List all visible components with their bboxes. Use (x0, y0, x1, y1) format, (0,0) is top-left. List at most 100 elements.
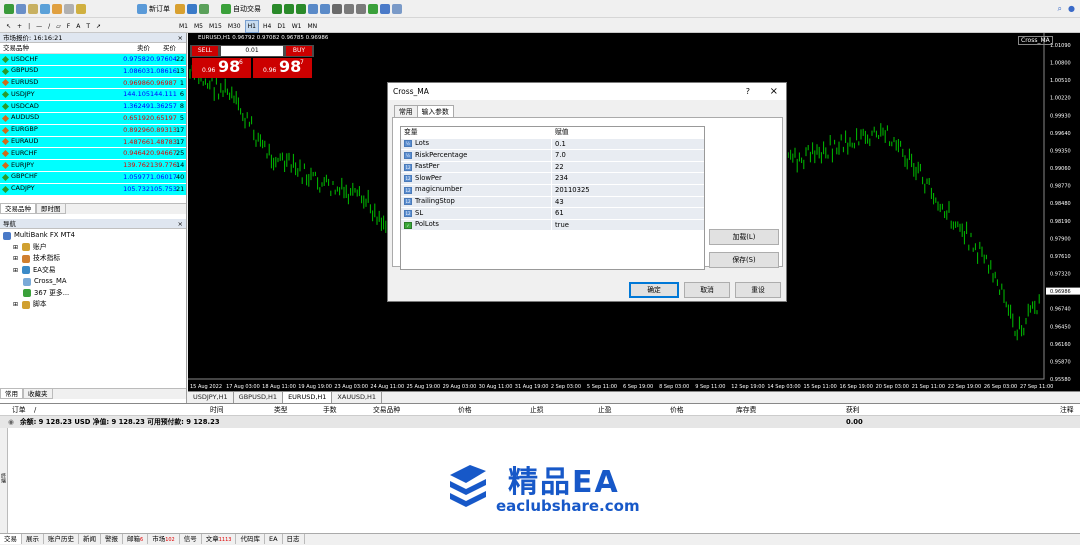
param-value[interactable]: 0.1 (552, 138, 704, 150)
col-profit[interactable]: 获利 (846, 404, 860, 416)
col-spread[interactable] (176, 43, 186, 53)
nav-item[interactable]: ⊞ 脚本 (3, 299, 183, 311)
param-row[interactable]: ½ RiskPercentage 7.0 (401, 150, 704, 162)
expand-icon[interactable]: ⊞ (13, 242, 19, 254)
lot-input[interactable]: 0.01 (221, 46, 283, 56)
market-watch-row[interactable]: AUDUSD 0.65192 0.65197 5 (0, 112, 186, 125)
fibonacci-icon[interactable]: F (65, 21, 72, 32)
col-bid[interactable]: 卖价 (110, 43, 150, 53)
arrow-icon[interactable]: ➚ (94, 21, 103, 32)
market-icon[interactable] (199, 4, 209, 14)
terminal-tab[interactable]: 交易 (0, 534, 22, 544)
terminal-tab[interactable]: 信号 (180, 534, 202, 544)
market-watch-row[interactable]: USDCHF 0.97582 0.97604 22 (0, 54, 186, 66)
cursor-icon[interactable]: ↖ (4, 21, 13, 32)
expand-icon[interactable]: ⊞ (13, 299, 19, 311)
market-watch-row[interactable]: USDCAD 1.36249 1.36257 8 (0, 101, 186, 113)
tab-favorites[interactable]: 收藏夹 (23, 389, 53, 399)
param-row[interactable]: 12 magicnumber 20110325 (401, 184, 704, 197)
col-lots[interactable]: 手数 (323, 404, 337, 416)
col-sl[interactable]: 止损 (530, 404, 544, 416)
col-comment[interactable]: 注释 (1060, 404, 1074, 416)
terminal-tab[interactable]: 邮箱6 (123, 534, 149, 544)
param-row[interactable]: 12 TrailingStop 43 (401, 196, 704, 209)
terminal-icon[interactable] (64, 4, 74, 14)
metaeditor-icon[interactable] (175, 4, 185, 14)
terminal-tab[interactable]: 警报 (101, 534, 123, 544)
nav-item[interactable]: ⊞ 账户 (3, 242, 183, 254)
chart-shift-icon[interactable] (356, 4, 366, 14)
sell-label[interactable]: SELL (192, 46, 218, 56)
market-watch-row[interactable]: CADJPY 105.732 105.753 21 (0, 183, 186, 196)
search-icon[interactable]: ⌕ (1058, 4, 1062, 14)
tf-w1[interactable]: W1 (290, 21, 304, 32)
help-icon[interactable]: ? (746, 83, 750, 100)
zoom-out-icon[interactable] (320, 4, 330, 14)
param-value[interactable]: true (552, 219, 704, 231)
reset-button[interactable]: 重设 (735, 282, 781, 298)
col-time[interactable]: 时间 (210, 404, 224, 416)
save-button[interactable]: 保存(S) (709, 252, 779, 268)
candle-chart-icon[interactable] (284, 4, 294, 14)
market-watch-row[interactable]: EURCHF 0.94642 0.94667 25 (0, 148, 186, 161)
tester-icon[interactable] (76, 4, 86, 14)
col-ask[interactable]: 买价 (150, 43, 176, 53)
col-symbol[interactable]: 交易品种 (373, 404, 400, 416)
col-symbol[interactable]: 交易品种 (0, 43, 110, 53)
sell-button[interactable]: 0.96 98 6 (192, 57, 251, 78)
nav-item[interactable]: ⊞ EA交易 (3, 265, 183, 277)
trendline-icon[interactable]: / (46, 21, 52, 32)
terminal-tab[interactable]: EA (265, 534, 283, 544)
terminal-tab[interactable]: 日志 (283, 534, 305, 544)
tf-m15[interactable]: M15 (207, 21, 224, 32)
zoom-in-icon[interactable] (308, 4, 318, 14)
tf-m1[interactable]: M1 (177, 21, 190, 32)
tab-usdjpy[interactable]: USDJPY,H1 (188, 392, 234, 403)
new-order-button[interactable]: 新订单 (137, 3, 170, 15)
bar-chart-icon[interactable] (272, 4, 282, 14)
signals-icon[interactable] (187, 4, 197, 14)
market-watch-row[interactable]: GBPCHF 1.05977 1.06017 40 (0, 171, 186, 184)
line-chart-icon[interactable] (296, 4, 306, 14)
param-row[interactable]: ✓ PolLots true (401, 219, 704, 232)
templates-icon[interactable] (392, 4, 402, 14)
nav-item[interactable]: Cross_MA (3, 276, 183, 288)
nav-item[interactable]: 367 更多... (3, 288, 183, 300)
auto-trading-button[interactable]: 自动交易 (221, 3, 261, 15)
load-button[interactable]: 加载(L) (709, 229, 779, 245)
tab-tick-chart[interactable]: 即时图 (36, 204, 66, 214)
col-swap[interactable]: 库存费 (736, 404, 756, 416)
label-icon[interactable]: T (84, 21, 92, 32)
scroll-chart-icon[interactable] (344, 4, 354, 14)
vertical-line-icon[interactable]: | (26, 21, 32, 32)
param-row[interactable]: ½ Lots 0.1 (401, 138, 704, 151)
horizontal-line-icon[interactable]: — (34, 21, 44, 32)
param-value[interactable]: 7.0 (552, 150, 704, 161)
channel-icon[interactable]: ▱ (54, 21, 63, 32)
terminal-tab[interactable]: 账户历史 (44, 534, 79, 544)
text-icon[interactable]: A (74, 21, 82, 32)
buy-button[interactable]: 0.96 98 7 (253, 57, 312, 78)
param-value[interactable]: 20110325 (552, 184, 704, 196)
market-watch-row[interactable]: USDJPY 144.105 144.111 6 (0, 89, 186, 102)
param-value[interactable]: 61 (552, 208, 704, 219)
close-icon[interactable]: × (770, 83, 778, 100)
tab-eurusd[interactable]: EURUSD,H1 (283, 392, 333, 403)
balance-row[interactable]: ◉ 余额: 9 128.23 USD 净值: 9 128.23 可用预付款: 9… (0, 416, 1080, 428)
periods-icon[interactable] (380, 4, 390, 14)
expand-icon[interactable]: ⊞ (13, 253, 19, 265)
market-watch-icon[interactable] (28, 4, 38, 14)
terminal-tab[interactable]: 代码库 (236, 534, 265, 544)
param-value[interactable]: 22 (552, 161, 704, 173)
new-chart-icon[interactable] (4, 4, 14, 14)
param-row[interactable]: 12 SlowPer 234 (401, 173, 704, 185)
tf-h4[interactable]: H4 (261, 21, 273, 32)
expand-icon[interactable]: ⊞ (13, 265, 19, 277)
param-value[interactable]: 43 (552, 196, 704, 208)
col-order[interactable]: 订单 (12, 404, 26, 416)
tab-symbols[interactable]: 交易品种 (0, 204, 36, 214)
navigator-icon[interactable] (52, 4, 62, 14)
col-type[interactable]: 类型 (274, 404, 288, 416)
buy-label[interactable]: BUY (286, 46, 312, 56)
param-row[interactable]: 12 FastPer 22 (401, 161, 704, 174)
